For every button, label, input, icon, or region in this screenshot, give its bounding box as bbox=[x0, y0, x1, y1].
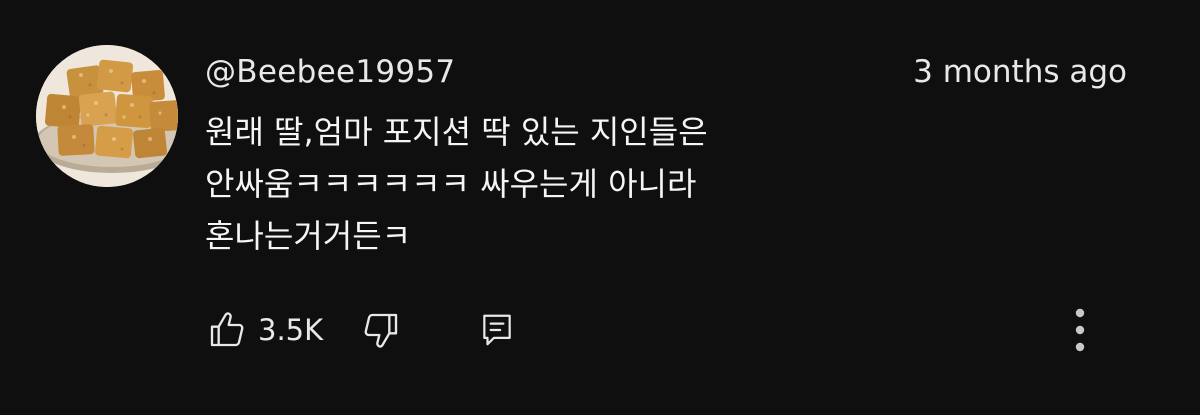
like-button[interactable] bbox=[205, 308, 249, 352]
comment-thread: @Beebee19957 3 months ago 원래 딸,엄마 포지션 딱 … bbox=[0, 0, 1200, 415]
more-options-button[interactable] bbox=[1060, 305, 1100, 355]
dislike-button[interactable] bbox=[359, 308, 403, 352]
avatar-image bbox=[36, 45, 178, 187]
reply-button[interactable] bbox=[475, 308, 519, 352]
comment-body: 원래 딸,엄마 포지션 딱 있는 지인들은 안싸움ㅋㅋㅋㅋㅋㅋ 싸우는게 아니라… bbox=[205, 106, 925, 262]
thumbs-down-icon bbox=[364, 313, 398, 348]
comment-text-line: 안싸움ㅋㅋㅋㅋㅋㅋ 싸우는게 아니라 bbox=[205, 165, 697, 203]
reply-comment-icon bbox=[483, 314, 511, 346]
comment-author[interactable]: @Beebee19957 bbox=[205, 52, 455, 92]
avatar[interactable] bbox=[36, 45, 178, 187]
thumbs-up-icon bbox=[210, 312, 244, 347]
comment-text-line: 원래 딸,엄마 포지션 딱 있는 지인들은 bbox=[205, 113, 708, 151]
like-count: 3.5K bbox=[258, 313, 324, 347]
comment-timestamp: 3 months ago bbox=[913, 54, 1127, 90]
more-vertical-icon bbox=[1075, 308, 1085, 352]
comment-text-line: 혼나는거거든ㅋ bbox=[205, 217, 412, 255]
